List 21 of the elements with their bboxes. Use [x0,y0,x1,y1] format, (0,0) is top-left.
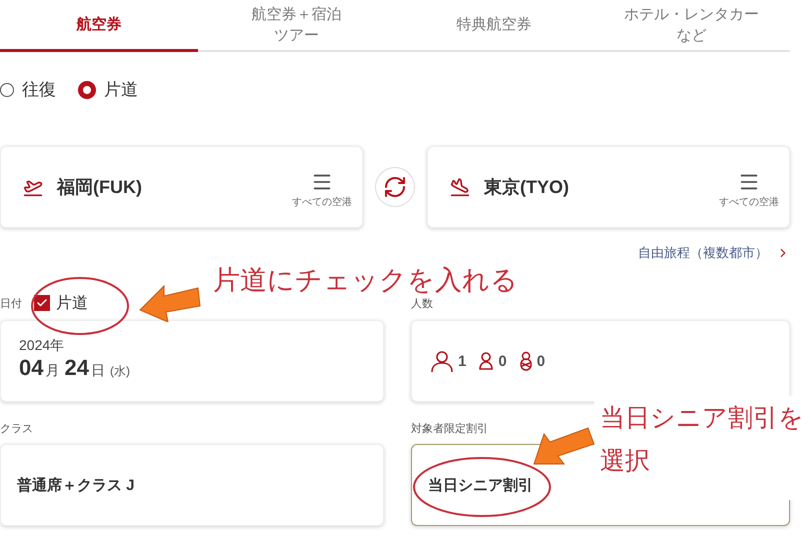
weekday-text: (水) [110,363,130,380]
passenger-count: 0 [498,352,507,370]
class-label: クラス [0,422,33,436]
day-unit: 日 [90,362,105,380]
date-label: 日付 [0,296,22,310]
origin-name: 福岡(FUK) [57,176,143,199]
annotation-text: 当日シニア割引を [600,406,805,431]
discount-label: 対象者限定割引 [411,422,488,436]
day-number: 24 [64,355,89,381]
passenger-count: 0 [536,352,546,370]
year-text: 2024年 [19,337,66,355]
radio-label: 往復 [22,79,56,101]
checkbox-label: 片道 [56,294,88,314]
month-unit: 月 [45,362,60,380]
annotation-text: 片道にチェックを入れる [213,264,518,297]
passenger-count: 1 [458,352,466,370]
destination-name: 東京(TYO) [484,176,570,199]
passengers-label: 人数 [411,296,433,310]
month-number: 04 [19,355,44,381]
annotation-text: 選択 [600,449,651,474]
radio-label: 片道 [104,79,138,101]
